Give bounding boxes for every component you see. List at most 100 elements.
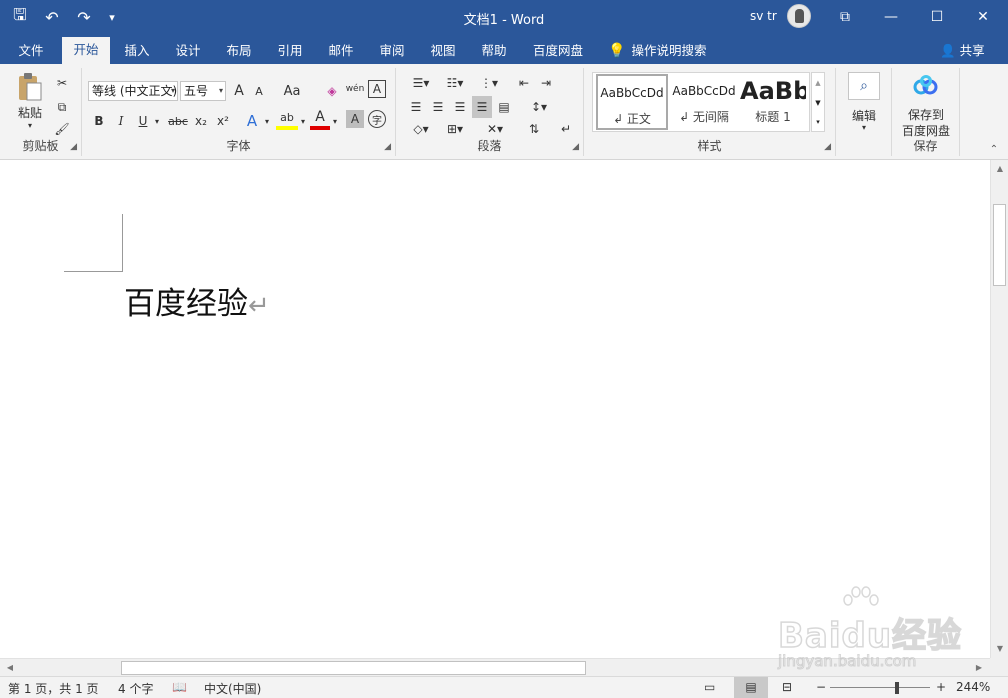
lightbulb-icon: 💡 — [608, 43, 626, 59]
save-to-netdisk-line2[interactable]: 百度网盘 — [896, 122, 956, 138]
avatar[interactable] — [787, 4, 811, 28]
clear-format-icon[interactable]: ◈ — [322, 80, 342, 102]
scroll-down-icon[interactable]: ▼ — [993, 642, 1007, 656]
page-count[interactable]: 第 1 页，共 1 页 — [8, 680, 99, 697]
font-size-combo[interactable]: 五号 ▾ — [180, 81, 226, 101]
vertical-scroll-thumb[interactable] — [993, 204, 1006, 286]
text-effects-icon[interactable]: A — [242, 110, 262, 132]
tab-file[interactable]: 文件 — [12, 38, 50, 64]
style-preview: AaBb — [740, 77, 806, 105]
style-normal[interactable]: AaBbCcDd ↲ 正文 — [596, 74, 668, 130]
paragraph-launcher-icon[interactable]: ◢ — [572, 142, 579, 152]
chevron-down-icon[interactable]: ▾ — [330, 110, 340, 132]
tell-me-search[interactable]: 💡 操作说明搜索 — [608, 38, 706, 64]
enclose-char-icon[interactable]: 字 — [368, 110, 386, 128]
italic-button[interactable]: I — [112, 110, 130, 132]
style-name: 标题 1 — [755, 110, 791, 124]
change-case-icon[interactable]: Aa — [278, 80, 306, 102]
vertical-scrollbar[interactable]: ▲ ▼ — [990, 160, 1008, 658]
justify-icon[interactable]: ☰ — [472, 96, 492, 118]
search-icon[interactable]: ⌕ — [848, 72, 880, 100]
superscript-button[interactable]: x² — [214, 110, 232, 132]
save-to-netdisk-line1[interactable]: 保存到 — [896, 106, 956, 122]
align-left-icon[interactable]: ☰ — [406, 96, 426, 118]
proofing-icon[interactable]: 📖 — [172, 680, 187, 694]
scroll-up-icon[interactable]: ▲ — [993, 162, 1007, 176]
tab-design[interactable]: 设计 — [169, 38, 207, 64]
cut-icon[interactable]: ✂ — [52, 72, 72, 94]
tab-baidu-netdisk[interactable]: 百度网盘 — [527, 38, 589, 64]
document-text[interactable]: 百度经验 — [124, 286, 248, 322]
document-canvas[interactable]: 百度经验↵ — [0, 160, 990, 658]
horizontal-scroll-thumb[interactable] — [121, 661, 586, 675]
tab-mailings[interactable]: 邮件 — [322, 38, 360, 64]
chevron-up-icon[interactable]: ▲ — [812, 73, 824, 93]
paste-dropdown-icon: ▾ — [27, 121, 32, 130]
style-heading-1[interactable]: AaBb 标题 1 — [740, 74, 806, 130]
chevron-down-icon[interactable]: ▾ — [856, 120, 872, 134]
bold-button[interactable]: B — [90, 110, 108, 132]
scroll-left-icon[interactable]: ◀ — [3, 661, 17, 675]
user-name[interactable]: sv tr — [750, 9, 777, 23]
font-size-value: 五号 — [184, 84, 209, 98]
clipboard-group: 粘贴 ▾ ✂ ⧉ 🖌 剪贴板 ◢ — [0, 68, 82, 156]
chevron-down-icon[interactable]: ▾ — [262, 110, 272, 132]
styles-launcher-icon[interactable]: ◢ — [824, 142, 831, 152]
font-color-icon[interactable]: A — [310, 108, 330, 130]
read-mode-icon[interactable]: ▭ — [704, 680, 715, 694]
zoom-slider[interactable] — [830, 687, 930, 688]
chevron-down-icon[interactable]: ▾ — [152, 110, 162, 132]
tab-references[interactable]: 引用 — [271, 38, 309, 64]
increase-indent-icon[interactable]: ⇥ — [536, 72, 556, 94]
underline-button[interactable]: U — [134, 110, 152, 132]
tab-insert[interactable]: 插入 — [118, 38, 156, 64]
pinyin-icon[interactable]: wén — [344, 78, 366, 100]
tab-review[interactable]: 审阅 — [373, 38, 411, 64]
zoom-slider-thumb[interactable] — [895, 682, 899, 694]
zoom-in-button[interactable]: + — [936, 680, 946, 694]
maximize-button[interactable]: ☐ — [914, 0, 960, 34]
copy-icon[interactable]: ⧉ — [52, 96, 72, 118]
char-border-icon[interactable]: A — [368, 80, 386, 98]
shrink-font-icon[interactable]: A — [250, 80, 268, 102]
align-center-icon[interactable]: ☰ — [428, 96, 448, 118]
distributed-icon[interactable]: ▤ — [494, 96, 514, 118]
font-launcher-icon[interactable]: ◢ — [384, 142, 391, 152]
tab-help[interactable]: 帮助 — [475, 38, 513, 64]
char-shading-icon[interactable]: A — [346, 110, 364, 128]
baidu-netdisk-icon[interactable] — [912, 72, 940, 100]
collapse-ribbon-icon[interactable]: ⌃ — [986, 142, 1002, 156]
close-button[interactable]: ✕ — [960, 0, 1006, 34]
tab-home[interactable]: 开始 — [62, 37, 110, 64]
more-styles-icon[interactable]: ▾ — [812, 113, 824, 131]
align-right-icon[interactable]: ☰ — [450, 96, 470, 118]
ribbon-display-options-icon[interactable]: ⧉ — [822, 0, 868, 34]
share-button[interactable]: 👤 共享 — [940, 38, 985, 64]
paste-button[interactable]: 粘贴 ▾ — [14, 72, 46, 130]
tab-layout[interactable]: 布局 — [220, 38, 258, 64]
decrease-indent-icon[interactable]: ⇤ — [514, 72, 534, 94]
zoom-level[interactable]: 244% — [956, 680, 990, 694]
strikethrough-button[interactable]: abc — [166, 110, 190, 132]
chevron-down-icon[interactable]: ▾ — [298, 110, 308, 132]
highlight-color-icon[interactable]: ab — [276, 108, 298, 130]
clipboard-launcher-icon[interactable]: ◢ — [70, 142, 77, 152]
title-bar: 🖫 ↶ ↷ ▾ 文档1 - Word sv tr ⧉ — ☐ ✕ — [0, 0, 1008, 34]
line-spacing-icon[interactable]: ↕▾ — [524, 96, 554, 118]
word-count[interactable]: 4 个字 — [118, 680, 153, 697]
style-no-spacing[interactable]: AaBbCcDd ↲ 无间隔 — [668, 74, 740, 130]
multilevel-list-icon[interactable]: ⋮▾ — [474, 72, 504, 94]
font-name-combo[interactable]: 等线 (中文正文) ▾ — [88, 81, 178, 101]
minimize-button[interactable]: — — [868, 0, 914, 34]
document-body[interactable]: 百度经验↵ — [124, 278, 270, 323]
numbering-icon[interactable]: ☷▾ — [440, 72, 470, 94]
zoom-out-button[interactable]: − — [816, 680, 826, 694]
language[interactable]: 中文(中国) — [204, 680, 261, 697]
bullets-icon[interactable]: ☰▾ — [406, 72, 436, 94]
chevron-down-icon[interactable]: ▼ — [812, 93, 824, 113]
print-layout-icon[interactable]: ▤ — [734, 677, 768, 698]
subscript-button[interactable]: x₂ — [192, 110, 210, 132]
grow-font-icon[interactable]: A — [230, 80, 248, 102]
tab-view[interactable]: 视图 — [424, 38, 462, 64]
web-layout-icon[interactable]: ⊟ — [782, 680, 792, 694]
